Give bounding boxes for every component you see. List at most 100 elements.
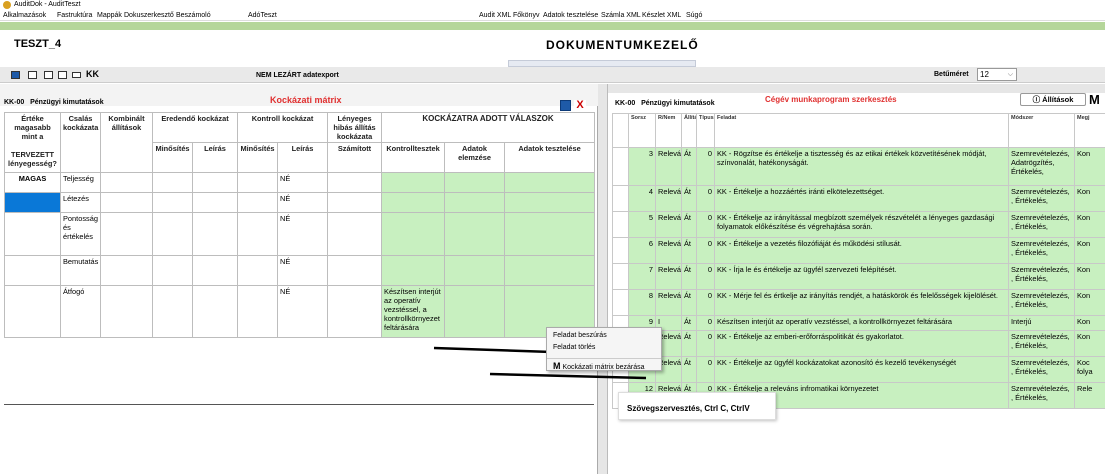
cell-f[interactable]: KK - Értékelje az emberi-erőforráspoliti… [714, 330, 1009, 357]
cell[interactable] [100, 212, 153, 256]
cell[interactable] [327, 255, 383, 286]
allitasok-button[interactable]: ⓘ Állítások [1020, 93, 1086, 106]
cell-m[interactable]: Szemrevételezés, , Értékelés, [1008, 289, 1075, 316]
table-row[interactable]: 3RelevánsÁt0KK - Rögzítse és értékelje a… [612, 147, 1105, 186]
cell-r[interactable]: Releváns [655, 211, 682, 238]
font-size-select[interactable]: 12 ⌵ [977, 68, 1017, 81]
m-button[interactable]: M [1089, 92, 1100, 107]
cell[interactable] [444, 172, 506, 193]
cell[interactable] [237, 172, 278, 193]
row-handle[interactable] [612, 185, 629, 212]
cell-kontrolltesztek[interactable]: Készítsen interjút az operatív vezstésse… [381, 285, 446, 338]
cell-ertek[interactable] [4, 212, 61, 256]
table-row[interactable]: 10RelevánsÁt0KK - Értékelje az emberi-er… [612, 330, 1105, 357]
cell-al[interactable]: Át [681, 185, 697, 212]
cell[interactable] [152, 255, 193, 286]
cell-n[interactable]: 5 [628, 211, 656, 238]
cell-leiras[interactable]: NÉ [276, 255, 329, 286]
cell[interactable] [327, 192, 383, 213]
table-row[interactable]: 6RelevánsÁt0KK - Értékelje a vezetés fil… [612, 237, 1105, 264]
cell-t[interactable]: 0 [696, 263, 715, 290]
cell[interactable] [152, 172, 193, 193]
cell-al[interactable]: Át [681, 211, 697, 238]
close-button[interactable]: X [574, 100, 586, 111]
cell[interactable] [381, 172, 446, 193]
cell[interactable] [237, 192, 278, 213]
cell-m[interactable]: Szemrevételezés, , Értékelés, [1008, 382, 1075, 409]
cell-x[interactable]: Kon [1074, 330, 1105, 357]
cell-al[interactable]: Át [681, 356, 697, 383]
matrix-row[interactable]: MAGAS Teljesség NÉ [4, 172, 596, 193]
save-icon[interactable] [11, 71, 20, 79]
cell-allitas[interactable]: Teljesség [60, 172, 101, 193]
cell[interactable] [381, 192, 446, 213]
col-feladat[interactable]: Feladat [714, 113, 1009, 148]
cell-ertek[interactable] [4, 255, 61, 286]
cell-leiras[interactable]: NÉ [276, 212, 329, 256]
cell-f[interactable]: KK - Mérje fel és értkelje az irányítás … [714, 289, 1009, 316]
col-sorsz[interactable]: Sorsz [628, 113, 656, 148]
panel-splitter[interactable] [598, 84, 608, 474]
table-row[interactable]: 4RelevánsÁt0KK - Értékelje a hozzáértés … [612, 185, 1105, 212]
cell-f[interactable]: KK - Értékelje a vezetés filozófiáját és… [714, 237, 1009, 264]
save-button[interactable] [560, 100, 571, 111]
cell-allitas[interactable]: Átfogó [60, 285, 101, 338]
cell[interactable] [504, 192, 596, 213]
cell[interactable] [504, 212, 596, 256]
cell-n[interactable]: 4 [628, 185, 656, 212]
cell-m[interactable]: Szemrevételezés, , Értékelés, [1008, 263, 1075, 290]
menu-sugo[interactable]: Súgó [686, 10, 702, 21]
menu-item-insert[interactable]: Feladat beszúrás [547, 332, 661, 339]
cell-m[interactable]: Szemrevételezés, , Értékelés, [1008, 330, 1075, 357]
menu-mappak[interactable]: Mappák [97, 10, 122, 21]
row-handle[interactable] [612, 211, 629, 238]
cell-x[interactable]: Kon [1074, 147, 1105, 186]
matrix-row[interactable]: Átfogó NÉ Készítsen interjút az operatív… [4, 285, 596, 338]
cell-x[interactable]: Kon [1074, 237, 1105, 264]
cell[interactable] [237, 285, 278, 338]
cell-al[interactable]: Át [681, 263, 697, 290]
cell-x[interactable]: Koc folya [1074, 356, 1105, 383]
cell[interactable] [237, 212, 278, 256]
cell-r[interactable]: Releváns [655, 185, 682, 212]
cell-f[interactable]: KK - Értékelje a hozzáértés iránti elköt… [714, 185, 1009, 212]
cell-t[interactable]: 0 [696, 356, 715, 383]
doc-copy-icon[interactable] [58, 71, 67, 79]
row-handle[interactable] [612, 289, 629, 316]
cell[interactable] [237, 255, 278, 286]
cell-allitas[interactable]: Bemutatás [60, 255, 101, 286]
row-handle[interactable] [612, 237, 629, 264]
cell-t[interactable]: 0 [696, 211, 715, 238]
cell-t[interactable]: 0 [696, 330, 715, 357]
table-row[interactable]: 11RelevánsÁt0KK - Értékelje az ügyfél ko… [612, 356, 1105, 383]
cell[interactable] [444, 285, 506, 338]
cell[interactable] [444, 255, 506, 286]
cell-allitas[interactable]: Pontosság és értékelés [60, 212, 101, 256]
cell[interactable] [100, 285, 153, 338]
menu-szamla-xml[interactable]: Számla XML [601, 10, 641, 21]
kk-icon[interactable]: KK [86, 69, 99, 79]
cell-m[interactable]: Szemrevételezés, , Értékelés, [1008, 185, 1075, 212]
cell-n[interactable]: 7 [628, 263, 656, 290]
cell-f[interactable]: KK - Rögzítse és értékelje a tisztesség … [714, 147, 1009, 186]
cell-t[interactable]: 0 [696, 289, 715, 316]
doc-add-icon[interactable] [44, 71, 53, 79]
col-modszer[interactable]: Módszer [1008, 113, 1075, 148]
cell[interactable] [381, 212, 446, 256]
table-row[interactable]: 8RelevánsÁt0KK - Mérje fel és értkelje a… [612, 289, 1105, 316]
menu-fastruktura[interactable]: Fastruktúra [57, 10, 92, 21]
cell-m[interactable]: Szemrevételezés, , Értékelés, [1008, 237, 1075, 264]
menu-item-close-matrix[interactable]: M Kockázati mátrix bezárása [547, 358, 661, 371]
cell-m[interactable]: Szemrevételezés, , Értékelés, [1008, 356, 1075, 383]
cell-t[interactable]: 0 [696, 147, 715, 186]
cell-r[interactable]: Releváns [655, 147, 682, 186]
cell-allitas[interactable]: Létezés [60, 192, 101, 213]
cell-f[interactable]: KK - Írja le és értékelje az ügyfél szer… [714, 263, 1009, 290]
cell[interactable] [327, 172, 383, 193]
table-row[interactable]: 5RelevánsÁt0KK - Értékelje az irányításs… [612, 211, 1105, 238]
cell[interactable] [327, 285, 383, 338]
menu-keszlet-xml[interactable]: Készlet XML [642, 10, 681, 21]
cell[interactable] [192, 212, 238, 256]
cell-leiras[interactable]: NÉ [276, 172, 329, 193]
cell-r[interactable]: Releváns [655, 289, 682, 316]
